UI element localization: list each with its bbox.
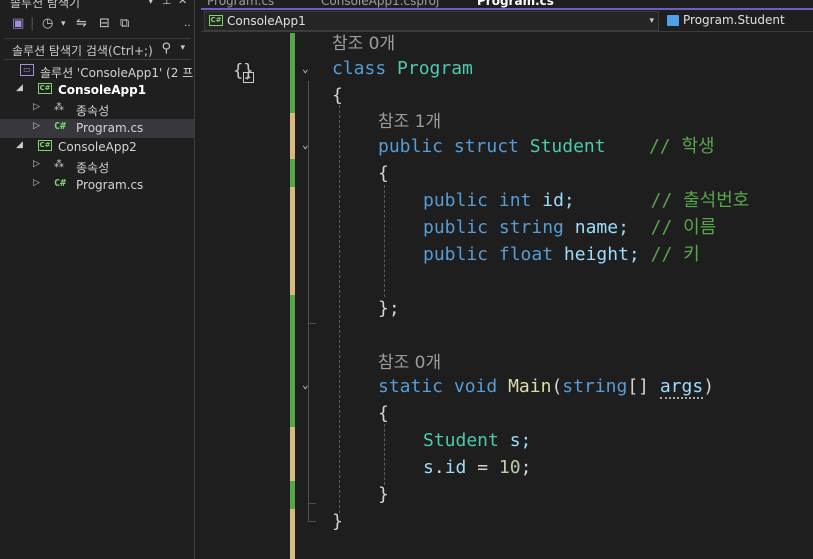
csharp-project-icon: C# [38, 140, 52, 151]
code-line: class Program [332, 58, 473, 79]
fold-guide [308, 81, 309, 521]
tree-item-label: ConsoleApp2 [58, 140, 137, 154]
toolbar-separator: | [30, 16, 35, 31]
tree-item-project-consoleapp1[interactable]: ◢ C# ConsoleApp1 [0, 81, 194, 100]
codelens-references[interactable]: 참조 0개 [378, 348, 441, 373]
collapse-icon[interactable]: ⌄ [302, 62, 309, 75]
code-line: Student s; [423, 430, 532, 451]
code-line: public string name; // 이름 [423, 217, 717, 238]
navigation-bar: C# ConsoleApp1 ▾ Program.Student [201, 10, 813, 32]
code-line: static void Main(string[] args) [378, 376, 715, 399]
indent-guide [339, 105, 340, 513]
solution-explorer: 솔루션 탐색기 ▾ ⊥ ✕ ▣ | ◷ ▾ ⇋ ⊟ ⧉ ‥ 솔루션 탐색기 검색… [0, 0, 195, 559]
solution-explorer-titlebar: 솔루션 탐색기 ▾ ⊥ ✕ [0, 0, 194, 10]
tree-item-label: ConsoleApp1 [58, 83, 147, 97]
search-options-icon[interactable]: ▾ [180, 43, 185, 53]
tree-item-label: 종속성 [76, 161, 110, 175]
collapsed-arrow-icon[interactable]: ▷ [33, 178, 40, 188]
project-dropdown-label: ConsoleApp1 [227, 14, 306, 28]
solution-icon: ▭ [20, 64, 34, 76]
history-dropdown-icon[interactable]: ▾ [61, 15, 66, 33]
csharp-file-icon: C# [54, 178, 67, 189]
code-line: { [378, 163, 389, 184]
dependencies-icon: ⁂ [54, 102, 64, 113]
close-icon[interactable]: ✕ [178, 0, 187, 7]
tree-item-label: 종속성 [76, 104, 110, 118]
tree-item-dependencies[interactable]: ▷ ⁂ 종속성 [0, 100, 194, 119]
code-editor[interactable]: {} ↗ ⌄ ⌄ ⌄ 참조 0개 class Program { 참조 1개 pu… [201, 33, 813, 559]
solution-search[interactable]: 솔루션 탐색기 검색(Ctrl+;) ⚲ ▾ [4, 38, 191, 60]
tree-item-program-cs[interactable]: ▷ C# Program.cs [0, 119, 194, 138]
struct-icon [667, 15, 679, 26]
expanded-arrow-icon[interactable]: ◢ [16, 83, 23, 93]
member-dropdown-label: Program.Student [683, 13, 785, 27]
change-bar [290, 187, 295, 295]
tree-item-project-consoleapp2[interactable]: ◢ C# ConsoleApp2 [0, 138, 194, 157]
search-icon[interactable]: ⚲ [161, 41, 171, 56]
change-bar [290, 481, 295, 509]
collapsed-arrow-icon[interactable]: ▷ [33, 102, 40, 112]
codelens-references[interactable]: 참조 0개 [332, 33, 395, 54]
indent-guide [384, 419, 385, 485]
sync-icon[interactable]: ⇋ [76, 15, 87, 33]
change-bar [290, 509, 295, 559]
collapsed-arrow-icon[interactable]: ▷ [33, 159, 40, 169]
tree-item-label: 솔루션 'ConsoleApp1' (2 프 [40, 66, 194, 80]
code-line: s.id = 10; [423, 457, 532, 478]
tree-item-dependencies[interactable]: ▷ ⁂ 종속성 [0, 157, 194, 176]
change-bar [290, 113, 295, 159]
panel-title: 솔루션 탐색기 [10, 0, 81, 10]
chevron-down-icon[interactable]: ▾ [649, 16, 654, 26]
dropdown-icon[interactable]: ▾ [148, 0, 154, 7]
expanded-arrow-icon[interactable]: ◢ [16, 140, 23, 150]
code-line: } [332, 511, 343, 532]
fold-guide [308, 323, 316, 324]
change-bar [290, 295, 295, 427]
indent-guide [384, 185, 385, 297]
csharp-file-icon: C# [54, 121, 67, 132]
solution-explorer-toolbar: ▣ | ◷ ▾ ⇋ ⊟ ⧉ ‥ [0, 12, 194, 36]
collapsed-arrow-icon[interactable]: ▷ [33, 121, 40, 131]
show-all-files-icon[interactable]: ⧉ [120, 15, 129, 33]
codelens-references[interactable]: 참조 1개 [378, 107, 441, 132]
dependencies-icon: ⁂ [54, 159, 64, 170]
tree-item-label: Program.cs [76, 121, 144, 135]
collapse-all-icon[interactable]: ⊟ [99, 15, 110, 33]
code-line: public int id; // 출석번호 [423, 190, 750, 211]
overflow-icon[interactable]: ‥ [184, 15, 191, 33]
change-bar [290, 159, 295, 187]
code-line: public float height; // 키 [423, 244, 700, 265]
tree-item-program-cs[interactable]: ▷ C# Program.cs [0, 176, 194, 195]
change-bar [290, 33, 295, 113]
fold-guide [308, 503, 316, 504]
tree-item-label: Program.cs [76, 178, 144, 192]
tree-item-solution[interactable]: ▭ 솔루션 'ConsoleApp1' (2 프 [0, 62, 194, 81]
csharp-project-icon: C# [38, 83, 52, 94]
fold-guide [308, 521, 316, 522]
project-dropdown[interactable]: C# ConsoleApp1 ▾ [204, 11, 659, 31]
member-dropdown[interactable]: Program.Student [664, 11, 813, 31]
history-icon[interactable]: ◷ [42, 15, 53, 33]
editor-panel: Program.cs ConsoleApp1.csproj Program.cs… [201, 0, 813, 559]
switch-views-icon[interactable]: ▣ [12, 15, 24, 33]
code-line: }; [378, 298, 400, 319]
pin-icon[interactable]: ⊥ [162, 0, 172, 7]
search-input[interactable]: 솔루션 탐색기 검색(Ctrl+;) [12, 42, 153, 59]
csharp-project-icon: C# [209, 15, 223, 26]
code-line: { [378, 403, 389, 424]
change-bar [290, 427, 295, 481]
quick-actions-icon[interactable]: {} ↗ [233, 61, 254, 83]
code-line: public struct Student // 학생 [378, 136, 715, 157]
code-line: { [332, 85, 343, 106]
code-line: } [378, 484, 389, 505]
